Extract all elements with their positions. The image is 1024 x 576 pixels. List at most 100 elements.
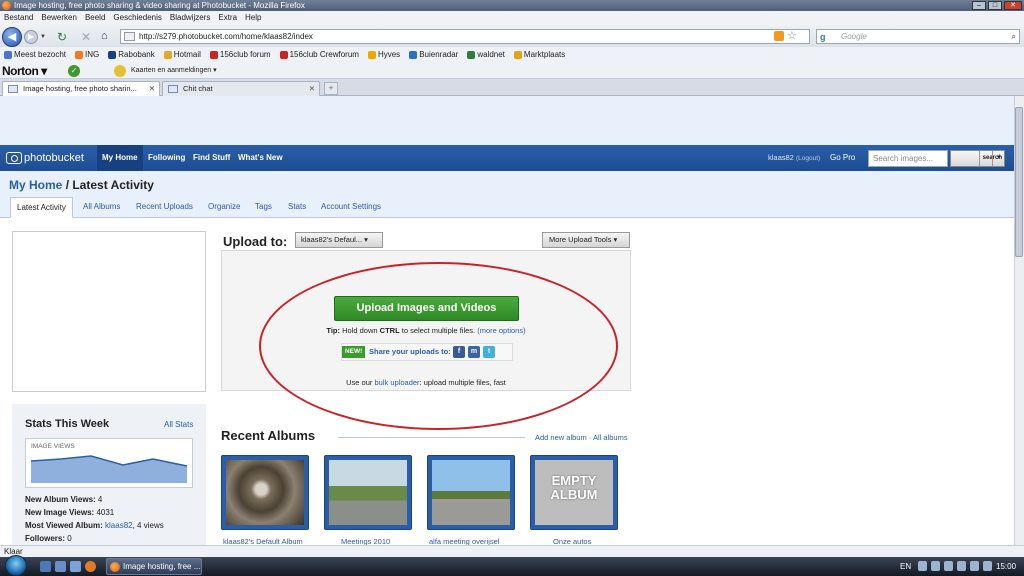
album-select[interactable]: klaas82's Defaul... ▾ <box>295 232 383 248</box>
my-home-link[interactable]: My Home <box>9 178 62 192</box>
scrollbar-thumb[interactable] <box>1015 107 1023 257</box>
bookmark-item[interactable]: Marktplaats <box>513 47 565 63</box>
bookmark-item[interactable]: Hotmail <box>163 47 201 63</box>
divider <box>338 437 525 438</box>
menu-bladwijzers[interactable]: Bladwijzers <box>170 11 210 25</box>
bookmark-icon <box>467 51 476 59</box>
most-viewed-album-link[interactable]: klaas82 <box>105 521 133 530</box>
search-button[interactable]: search ▼ <box>950 150 1005 167</box>
network-status-icon[interactable] <box>970 561 979 571</box>
firefox-icon <box>110 562 120 572</box>
chevron-down-icon[interactable]: ▼ <box>992 151 1002 166</box>
nav-find-stuff[interactable]: Find Stuff <box>188 145 235 171</box>
search-icon[interactable]: ⌕ <box>1012 30 1016 43</box>
photobucket-logo[interactable]: photobucket <box>6 151 84 165</box>
minimize-button[interactable]: – <box>972 1 986 10</box>
album-links: Add new album · All albums <box>535 433 628 442</box>
language-indicator[interactable]: EN <box>900 557 911 576</box>
all-stats-link[interactable]: All Stats <box>164 420 193 429</box>
album-thumbnail[interactable] <box>427 455 515 530</box>
tab-all-albums[interactable]: All Albums <box>77 197 126 218</box>
clock[interactable]: 15:00 <box>996 557 1016 576</box>
internet-explorer-icon[interactable] <box>70 561 81 572</box>
recent-albums-title: Recent Albums <box>221 428 316 443</box>
tab-organize[interactable]: Organize <box>202 197 246 218</box>
taskbar-firefox-item[interactable]: Image hosting, free ... <box>106 558 202 575</box>
history-dropdown-icon[interactable]: ▼ <box>40 31 48 43</box>
empty-album-placeholder: EMPTY ALBUM <box>535 460 613 525</box>
security-tray-icon[interactable] <box>957 561 966 571</box>
show-desktop-icon[interactable] <box>40 561 51 572</box>
bookmark-icon <box>163 51 172 59</box>
close-window-button[interactable]: ✕ <box>1004 1 1022 10</box>
album-thumbnail[interactable] <box>221 455 309 530</box>
norton-tray-icon[interactable] <box>944 561 953 571</box>
tray-arrow-icon[interactable] <box>918 561 927 571</box>
bookmark-item[interactable]: ING <box>75 47 99 63</box>
bookmark-item[interactable]: Rabobank <box>108 47 155 63</box>
close-tab-icon[interactable]: ✕ <box>149 82 155 96</box>
search-engine-input[interactable]: g Google ⌕ <box>816 29 1020 44</box>
album-photo <box>329 460 407 525</box>
album-photo <box>226 460 304 525</box>
stop-icon[interactable]: ✕ <box>81 30 91 44</box>
maximize-button[interactable]: □ <box>988 1 1002 10</box>
stat-most-viewed: Most Viewed Album: klaas82, 4 views <box>25 521 164 530</box>
album-thumbnail[interactable]: EMPTY ALBUM <box>530 455 618 530</box>
bookmark-star-icon[interactable]: ☆ <box>787 29 797 42</box>
bookmark-item[interactable]: Meest bezocht <box>4 47 66 63</box>
bookmark-item[interactable]: Hyves <box>367 47 400 63</box>
bookmark-item[interactable]: 156club Crewforum <box>279 47 359 63</box>
tab-chit-chat[interactable]: Chit chat ✕ <box>162 81 320 96</box>
volume-icon[interactable] <box>983 561 992 571</box>
nav-my-home[interactable]: My Home <box>97 145 143 171</box>
bookmark-icon <box>209 51 218 59</box>
url-bar[interactable]: http://s279.photobucket.com/home/klaas82… <box>120 29 810 44</box>
stat-followers: Followers: 0 <box>25 534 72 543</box>
switch-windows-icon[interactable] <box>55 561 66 572</box>
album-thumbnail[interactable] <box>324 455 412 530</box>
nav-whats-new[interactable]: What's New <box>233 145 288 171</box>
start-button[interactable] <box>5 555 27 576</box>
new-tab-button[interactable]: + <box>324 82 338 95</box>
rss-feed-icon[interactable] <box>774 31 784 41</box>
close-tab-icon[interactable]: ✕ <box>309 82 315 96</box>
identity-safe-icon[interactable] <box>114 65 126 77</box>
forward-button[interactable]: ▶ <box>24 30 38 44</box>
all-albums-link[interactable]: All albums <box>593 433 628 442</box>
menu-bestand[interactable]: Bestand <box>4 11 33 25</box>
home-icon[interactable]: ⌂ <box>101 30 108 42</box>
add-new-album-link[interactable]: Add new album <box>535 433 587 442</box>
tab-stats[interactable]: Stats <box>282 197 312 218</box>
identity-safe-menu[interactable]: Kaarten en aanmeldingen ▾ <box>131 63 217 79</box>
user-info: klaas82 (Logout) <box>768 145 820 171</box>
menu-geschiedenis[interactable]: Geschiedenis <box>113 11 161 25</box>
username-link[interactable]: klaas82 <box>768 153 794 162</box>
bookmark-item[interactable]: 156club forum <box>209 47 271 63</box>
tab-tags[interactable]: Tags <box>249 197 278 218</box>
stat-album-views: New Album Views: 4 <box>25 495 103 504</box>
tab-latest-activity[interactable]: Latest Activity <box>10 197 73 218</box>
logout-link[interactable]: (Logout) <box>796 155 820 162</box>
tab-recent-uploads[interactable]: Recent Uploads <box>130 197 199 218</box>
tab-account-settings[interactable]: Account Settings <box>315 197 387 218</box>
menu-help[interactable]: Help <box>245 11 261 25</box>
bookmark-item[interactable]: Buienradar <box>409 47 458 63</box>
search-images-input[interactable]: Search images... <box>868 150 948 167</box>
graph-label: IMAGE VIEWS <box>31 443 75 450</box>
norton-status-icon[interactable]: ✓ <box>68 65 80 77</box>
nav-following[interactable]: Following <box>143 145 190 171</box>
reload-icon[interactable]: ↻ <box>57 30 67 44</box>
go-pro-link[interactable]: Go Pro <box>830 145 855 171</box>
norton-logo[interactable]: Norton ▾ <box>2 63 47 79</box>
bookmark-item[interactable]: waldnet <box>467 47 505 63</box>
firefox-launch-icon[interactable] <box>85 561 96 572</box>
tab-photobucket[interactable]: Image hosting, free photo sharin... ✕ <box>2 81 160 96</box>
back-button[interactable]: ◀ <box>2 27 22 47</box>
menu-beeld[interactable]: Beeld <box>85 11 105 25</box>
search-engine-placeholder: Google <box>841 32 867 41</box>
menu-bewerken[interactable]: Bewerken <box>41 11 77 25</box>
network-icon[interactable] <box>931 561 940 571</box>
menu-extra[interactable]: Extra <box>218 11 237 25</box>
more-upload-tools-button[interactable]: More Upload Tools ▾ <box>542 232 630 248</box>
